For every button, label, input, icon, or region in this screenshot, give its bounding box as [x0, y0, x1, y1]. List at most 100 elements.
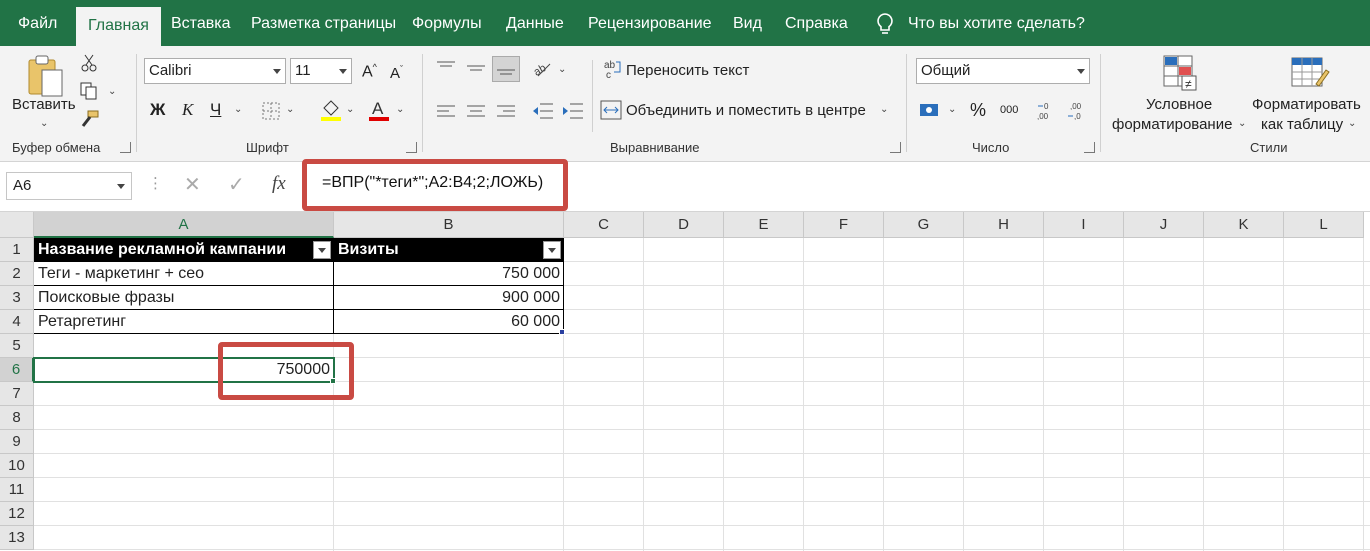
row-header-3[interactable]: 3	[0, 286, 34, 310]
table-header-name[interactable]: Название рекламной кампании	[34, 238, 334, 262]
accounting-dropdown-chevron-icon[interactable]: ⌄	[948, 104, 956, 115]
row-header-6[interactable]: 6	[0, 358, 34, 382]
percent-style-icon[interactable]: %	[970, 100, 986, 121]
name-box[interactable]: A6	[6, 172, 132, 200]
tab-home[interactable]: Главная	[76, 7, 161, 46]
format-as-table-icon[interactable]	[1290, 54, 1330, 92]
clipboard-launcher-icon[interactable]	[120, 142, 131, 153]
copy-dropdown-chevron-icon[interactable]: ⌄	[108, 86, 116, 97]
row-header-1[interactable]: 1	[0, 238, 34, 262]
column-header-g[interactable]: G	[884, 212, 964, 238]
merge-center-icon[interactable]	[600, 100, 622, 120]
align-top-icon[interactable]	[436, 60, 456, 76]
font-size-select[interactable]: 11	[290, 58, 352, 84]
cut-icon[interactable]	[80, 54, 98, 72]
table-cell[interactable]: 900 000	[334, 286, 564, 310]
tell-me-search[interactable]: Что вы хотите сделать?	[896, 0, 1097, 46]
column-header-b[interactable]: B	[334, 212, 564, 238]
wrap-text-icon[interactable]: abc	[604, 58, 622, 80]
column-header-k[interactable]: K	[1204, 212, 1284, 238]
fill-color-icon[interactable]	[320, 98, 342, 122]
column-header-d[interactable]: D	[644, 212, 724, 238]
format-as-table-button[interactable]: как таблицу	[1261, 116, 1343, 133]
tab-page-layout[interactable]: Разметка страницы	[239, 0, 408, 46]
tab-file[interactable]: Файл	[6, 0, 69, 46]
row-header-5[interactable]: 5	[0, 334, 34, 358]
column-header-l[interactable]: L	[1284, 212, 1364, 238]
column-header-a[interactable]: A	[34, 212, 334, 238]
bold-icon[interactable]: Ж	[150, 100, 165, 120]
font-launcher-icon[interactable]	[406, 142, 417, 153]
align-right-icon[interactable]	[496, 104, 516, 118]
column-header-f[interactable]: F	[804, 212, 884, 238]
format-as-table-line1[interactable]: Форматировать	[1252, 96, 1361, 113]
tab-insert[interactable]: Вставка	[159, 0, 242, 46]
table-cell[interactable]: Теги - маркетинг + сео	[34, 262, 334, 286]
paste-icon[interactable]	[26, 54, 66, 98]
format-table-dropdown-chevron-icon[interactable]: ⌄	[1348, 118, 1356, 129]
format-painter-icon[interactable]	[80, 110, 100, 128]
row-header-7[interactable]: 7	[0, 382, 34, 406]
table-cell[interactable]: Поисковые фразы	[34, 286, 334, 310]
column-header-i[interactable]: I	[1044, 212, 1124, 238]
table-resize-handle[interactable]	[559, 329, 565, 335]
fill-color-dropdown-chevron-icon[interactable]: ⌄	[346, 104, 354, 115]
column-header-j[interactable]: J	[1124, 212, 1204, 238]
paste-dropdown-chevron-icon[interactable]: ⌄	[40, 118, 48, 129]
row-header-13[interactable]: 13	[0, 526, 34, 550]
font-family-select[interactable]: Calibri	[144, 58, 286, 84]
conditional-formatting-icon[interactable]: ≠	[1160, 54, 1200, 92]
row-header-11[interactable]: 11	[0, 478, 34, 502]
orientation-icon[interactable]: ab	[532, 58, 552, 78]
row-header-4[interactable]: 4	[0, 310, 34, 334]
merge-dropdown-chevron-icon[interactable]: ⌄	[880, 104, 888, 115]
italic-icon[interactable]: К	[182, 100, 193, 120]
select-all-corner[interactable]	[0, 212, 34, 238]
font-color-icon[interactable]: A	[368, 98, 390, 122]
merge-center-button[interactable]: Объединить и поместить в центре	[626, 102, 866, 119]
underline-dropdown-chevron-icon[interactable]: ⌄	[234, 104, 242, 115]
wrap-text-button[interactable]: Переносить текст	[626, 62, 749, 79]
column-header-c[interactable]: C	[564, 212, 644, 238]
font-color-dropdown-chevron-icon[interactable]: ⌄	[396, 104, 404, 115]
borders-icon[interactable]	[262, 102, 280, 120]
underline-icon[interactable]: Ч	[210, 100, 221, 120]
increase-decimal-icon[interactable]: 0,00	[1036, 100, 1058, 122]
conditional-formatting-button[interactable]: форматирование	[1112, 116, 1232, 133]
alignment-launcher-icon[interactable]	[890, 142, 901, 153]
tab-review[interactable]: Рецензирование	[576, 0, 724, 46]
number-launcher-icon[interactable]	[1084, 142, 1095, 153]
decrease-indent-icon[interactable]	[532, 102, 554, 120]
filter-dropdown-icon[interactable]	[313, 241, 331, 259]
tab-help[interactable]: Справка	[773, 0, 860, 46]
table-cell[interactable]: Ретаргетинг	[34, 310, 334, 334]
tab-formulas[interactable]: Формулы	[400, 0, 494, 46]
row-header-10[interactable]: 10	[0, 454, 34, 478]
row-header-8[interactable]: 8	[0, 406, 34, 430]
conditional-formatting-line1[interactable]: Условное	[1146, 96, 1212, 113]
increase-indent-icon[interactable]	[562, 102, 584, 120]
confirm-entry-icon[interactable]: ✓	[228, 172, 245, 197]
column-header-h[interactable]: H	[964, 212, 1044, 238]
align-left-icon[interactable]	[436, 104, 456, 118]
decrease-font-icon[interactable]: Aˇ	[390, 64, 403, 82]
table-header-visits[interactable]: Визиты	[334, 238, 564, 262]
accounting-format-icon[interactable]	[918, 100, 942, 120]
table-cell[interactable]: 60 000	[334, 310, 564, 334]
conditional-dropdown-chevron-icon[interactable]: ⌄	[1238, 118, 1246, 129]
column-header-e[interactable]: E	[724, 212, 804, 238]
align-center-icon[interactable]	[466, 104, 486, 118]
decrease-decimal-icon[interactable]: ,00,0	[1066, 100, 1088, 122]
paste-button[interactable]: Вставить	[12, 96, 76, 113]
insert-function-icon[interactable]: fx	[272, 173, 286, 195]
comma-style-icon[interactable]: 000	[1000, 104, 1018, 116]
filter-dropdown-icon[interactable]	[543, 241, 561, 259]
align-middle-icon[interactable]	[466, 60, 486, 76]
tab-data[interactable]: Данные	[494, 0, 576, 46]
orientation-dropdown-chevron-icon[interactable]: ⌄	[558, 64, 566, 75]
number-format-select[interactable]: Общий	[916, 58, 1090, 84]
row-header-12[interactable]: 12	[0, 502, 34, 526]
borders-dropdown-chevron-icon[interactable]: ⌄	[286, 104, 294, 115]
table-cell[interactable]: 750 000	[334, 262, 564, 286]
increase-font-icon[interactable]: A^	[362, 62, 377, 81]
